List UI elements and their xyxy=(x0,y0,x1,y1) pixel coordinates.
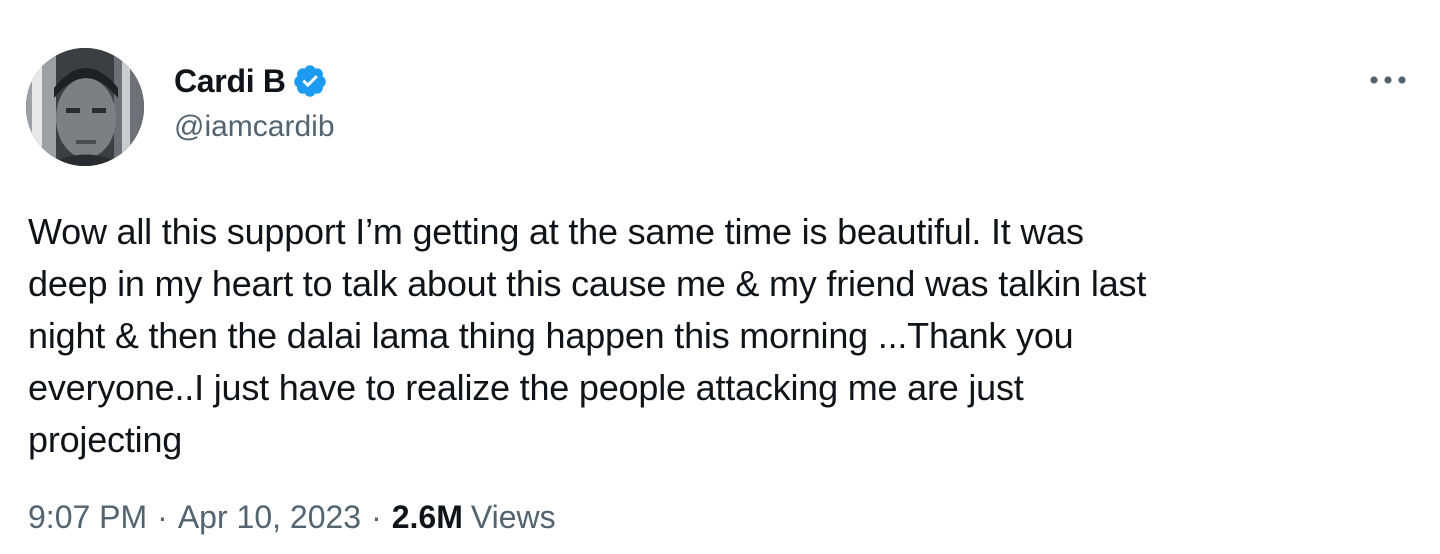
tweet-text-line: projecting xyxy=(28,419,183,460)
tweet-date[interactable]: Apr 10, 2023 xyxy=(178,499,361,536)
verified-badge-icon[interactable] xyxy=(292,63,328,99)
author-handle[interactable]: @iamcardib xyxy=(174,110,335,144)
author-name-row: Cardi B xyxy=(174,58,335,104)
author-avatar[interactable] xyxy=(26,48,144,166)
views-count[interactable]: 2.6M xyxy=(392,499,463,536)
avatar-image xyxy=(26,48,144,166)
meta-separator: · xyxy=(157,498,168,535)
more-horizontal-icon xyxy=(1370,76,1406,84)
tweet-text-line: deep in my heart to talk about this caus… xyxy=(28,263,1147,304)
tweet-card: Cardi B @iamcardib Wow all this support … xyxy=(0,0,1440,554)
views-label: Views xyxy=(470,498,556,535)
tweet-time[interactable]: 9:07 PM xyxy=(28,499,147,536)
more-options-button[interactable] xyxy=(1362,60,1414,100)
tweet-text-line: everyone..I just have to realize the peo… xyxy=(28,367,1024,408)
tweet-meta: 9:07 PM · Apr 10, 2023 · 2.6M Views xyxy=(28,494,556,540)
author-display-name[interactable]: Cardi B xyxy=(174,63,286,100)
tweet-header: Cardi B @iamcardib xyxy=(174,58,335,158)
tweet-text: Wow all this support I’m getting at the … xyxy=(28,206,1418,466)
tweet-text-line: night & then the dalai lama thing happen… xyxy=(28,315,1074,356)
meta-separator: · xyxy=(371,498,382,535)
tweet-text-line: Wow all this support I’m getting at the … xyxy=(28,211,1084,252)
